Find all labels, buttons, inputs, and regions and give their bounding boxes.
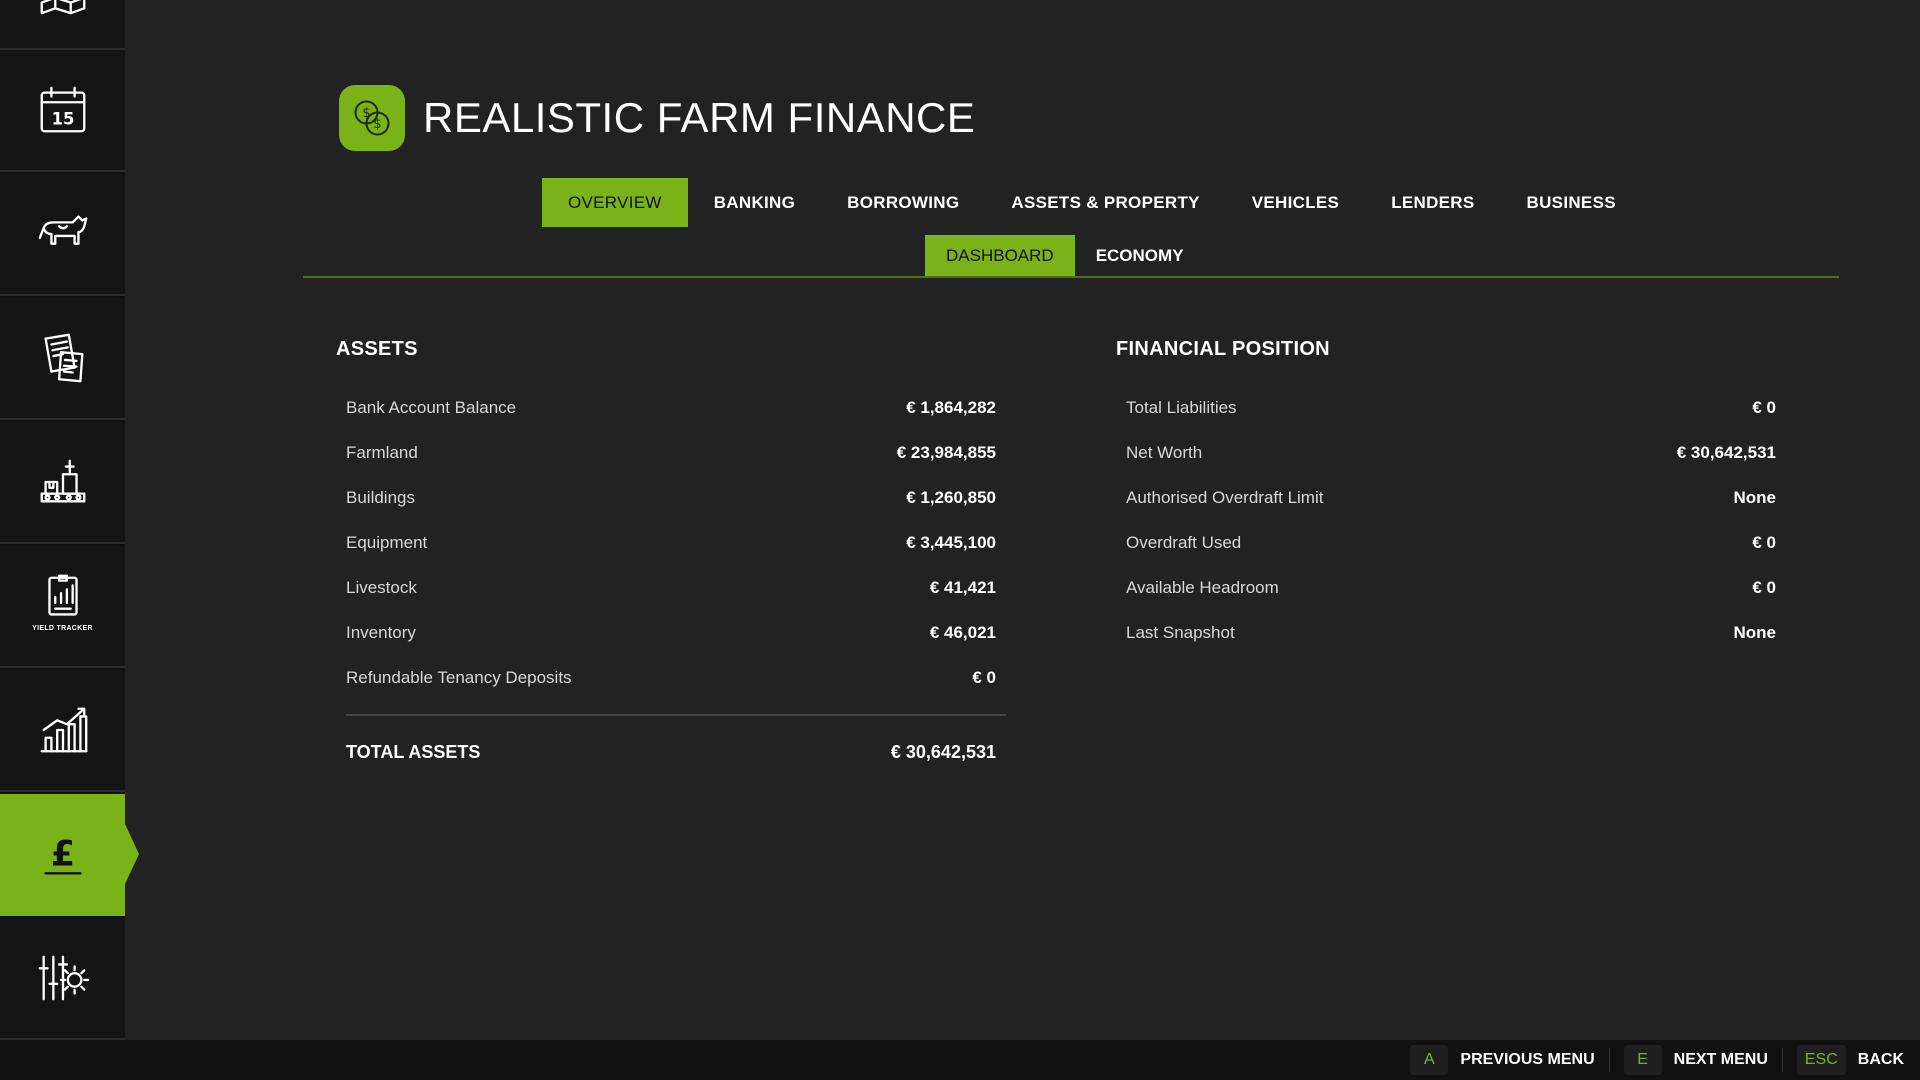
row-value: € 3,445,100	[906, 532, 996, 552]
main-tabs: OVERVIEW BANKING BORROWING ASSETS & PROP…	[542, 178, 1642, 227]
tab-borrowing[interactable]: BORROWING	[821, 178, 985, 227]
pound-icon: £	[43, 835, 82, 875]
row-label: Refundable Tenancy Deposits	[346, 667, 572, 687]
pound-symbol: £	[50, 835, 74, 875]
list-item: Net Worth € 30,642,531	[1126, 430, 1776, 475]
sidebar-item-map[interactable]	[0, 0, 125, 50]
list-item: Total Liabilities € 0	[1126, 385, 1776, 430]
sidebar-item-calendar[interactable]: 15	[0, 50, 125, 172]
row-label: Farmland	[346, 442, 418, 462]
calendar-day: 15	[51, 110, 74, 129]
footer-bar: A PREVIOUS MENU E NEXT MENU ESC BACK	[0, 1040, 1920, 1080]
app-logo: $ $	[339, 85, 405, 151]
tab-vehicles[interactable]: VEHICLES	[1226, 178, 1365, 227]
list-item: Authorised Overdraft Limit None	[1126, 475, 1776, 520]
row-value: None	[1733, 622, 1777, 642]
row-label: Authorised Overdraft Limit	[1126, 487, 1324, 507]
tab-lenders[interactable]: LENDERS	[1365, 178, 1500, 227]
tabs-divider	[303, 276, 1839, 278]
map-icon	[40, 0, 85, 15]
row-value: € 41,421	[929, 577, 996, 597]
footer-divider	[1781, 1048, 1783, 1072]
production-icon	[40, 459, 85, 503]
button-label: NEXT MENU	[1673, 1051, 1768, 1068]
row-label: Buildings	[346, 487, 415, 507]
button-label: BACK	[1857, 1051, 1904, 1068]
total-divider	[346, 714, 1006, 716]
list-item: Last Snapshot None	[1126, 610, 1776, 655]
page-title: REALISTIC FARM FINANCE	[423, 94, 976, 141]
row-label: Net Worth	[1126, 442, 1203, 462]
sidebar-item-contracts[interactable]	[0, 298, 125, 420]
next-menu-button[interactable]: E NEXT MENU	[1623, 1045, 1768, 1075]
button-label: PREVIOUS MENU	[1460, 1051, 1595, 1068]
row-value: € 46,021	[929, 622, 996, 642]
row-label: Livestock	[346, 577, 417, 597]
svg-text:$: $	[362, 106, 370, 121]
svg-text:$: $	[373, 117, 381, 132]
sidebar: 15 YIELD TRACKER £	[0, 0, 125, 1040]
tab-assets-property[interactable]: ASSETS & PROPERTY	[985, 178, 1225, 227]
sub-tabs: DASHBOARD ECONOMY	[925, 235, 1205, 277]
row-value: None	[1733, 487, 1777, 507]
contracts-icon	[43, 333, 83, 383]
key-hint: A	[1410, 1045, 1449, 1075]
list-item: Livestock € 41,421	[346, 565, 996, 610]
yield-tracker-label: YIELD TRACKER	[32, 625, 93, 632]
sidebar-item-settings[interactable]	[0, 918, 125, 1040]
row-label: Total Liabilities	[1126, 397, 1237, 417]
settings-icon	[38, 955, 89, 1001]
financial-position-title: FINANCIAL POSITION	[1116, 338, 1330, 360]
total-assets-row: TOTAL ASSETS € 30,642,531	[346, 742, 996, 763]
list-item: Available Headroom € 0	[1126, 565, 1776, 610]
row-value: € 30,642,531	[1676, 442, 1776, 462]
list-item: Refundable Tenancy Deposits € 0	[346, 655, 996, 700]
sidebar-item-animals[interactable]	[0, 174, 125, 296]
key-hint: E	[1623, 1045, 1662, 1075]
sidebar-item-statistics[interactable]	[0, 670, 125, 792]
row-label: Inventory	[346, 622, 416, 642]
statistics-icon	[40, 707, 87, 753]
row-label: Available Headroom	[1126, 577, 1279, 597]
sidebar-item-finance[interactable]: £	[0, 794, 125, 916]
subtab-economy[interactable]: ECONOMY	[1075, 235, 1205, 277]
financial-position-list: Total Liabilities € 0 Net Worth € 30,642,5…	[1126, 385, 1776, 655]
calendar-icon: 15	[40, 86, 85, 133]
row-label: Equipment	[346, 532, 428, 552]
subtab-dashboard[interactable]: DASHBOARD	[925, 235, 1075, 277]
previous-menu-button[interactable]: A PREVIOUS MENU	[1410, 1045, 1595, 1075]
assets-list: Bank Account Balance € 1,864,282 Farmland…	[346, 385, 996, 700]
row-value: € 1,260,850	[906, 487, 996, 507]
row-value: € 1,864,282	[906, 397, 996, 417]
list-item: Buildings € 1,260,850	[346, 475, 996, 520]
coins-icon: $$	[354, 100, 390, 136]
footer-divider	[1608, 1048, 1610, 1072]
tab-overview[interactable]: OVERVIEW	[542, 178, 688, 227]
sidebar-item-production[interactable]	[0, 422, 125, 544]
row-value: € 0	[972, 667, 996, 687]
total-assets-value: € 30,642,531	[890, 742, 996, 762]
list-item: Equipment € 3,445,100	[346, 520, 996, 565]
row-label: Overdraft Used	[1126, 532, 1242, 552]
cow-icon	[38, 215, 87, 245]
key-hint: ESC	[1796, 1045, 1846, 1075]
list-item: Overdraft Used € 0	[1126, 520, 1776, 565]
sidebar-item-yield-tracker[interactable]: YIELD TRACKER	[0, 546, 125, 668]
total-assets-label: TOTAL ASSETS	[346, 742, 481, 762]
row-value: € 23,984,855	[896, 442, 996, 462]
tab-business[interactable]: BUSINESS	[1501, 178, 1642, 227]
tab-banking[interactable]: BANKING	[688, 178, 821, 227]
assets-title: ASSETS	[336, 338, 418, 360]
list-item: Bank Account Balance € 1,864,282	[346, 385, 996, 430]
list-item: Farmland € 23,984,855	[346, 430, 996, 475]
back-button[interactable]: ESC BACK	[1796, 1045, 1904, 1075]
row-value: € 0	[1752, 397, 1776, 417]
row-label: Bank Account Balance	[346, 397, 517, 417]
page-header: $ $ REALISTIC FARM FINANCE	[339, 85, 975, 151]
row-value: € 0	[1752, 577, 1776, 597]
list-item: Inventory € 46,021	[346, 610, 996, 655]
row-value: € 0	[1752, 532, 1776, 552]
row-label: Last Snapshot	[1126, 622, 1235, 642]
yield-tracker-icon	[47, 574, 78, 616]
